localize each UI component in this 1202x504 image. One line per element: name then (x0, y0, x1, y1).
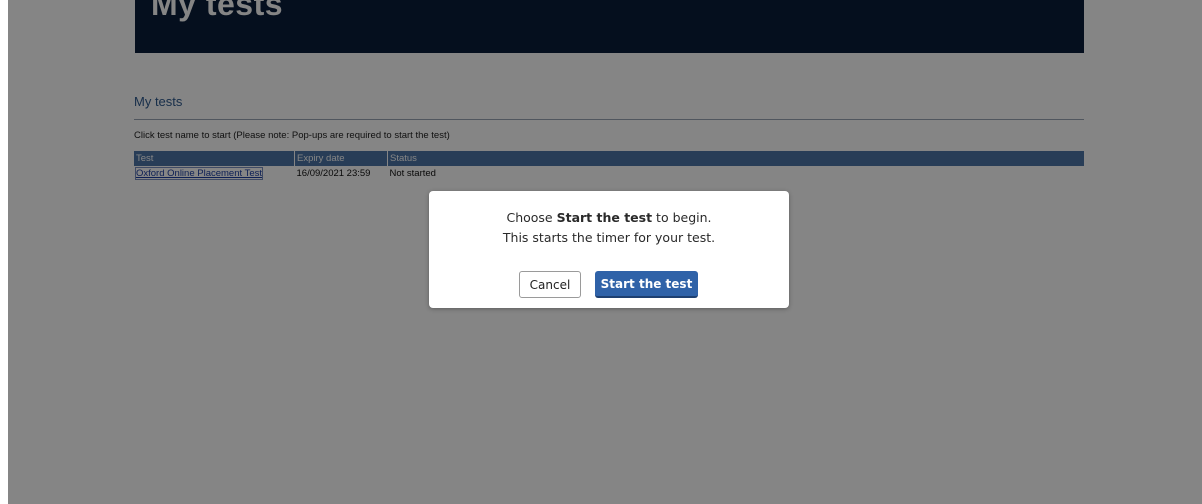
dialog-message-line-1: Choose Start the test to begin. (429, 208, 789, 228)
dialog-line1-suffix: to begin. (652, 210, 712, 225)
cancel-button[interactable]: Cancel (519, 271, 581, 298)
dialog-message: Choose Start the test to begin. This sta… (429, 208, 789, 248)
page-viewport: My tests My tests Click test name to sta… (8, 0, 1202, 504)
dialog-line1-prefix: Choose (506, 210, 557, 225)
dialog-line1-emphasis: Start the test (556, 210, 653, 225)
start-test-dialog: Choose Start the test to begin. This sta… (429, 191, 789, 308)
dialog-message-line-2: This starts the timer for your test. (502, 230, 716, 245)
start-test-button[interactable]: Start the test (595, 271, 698, 298)
